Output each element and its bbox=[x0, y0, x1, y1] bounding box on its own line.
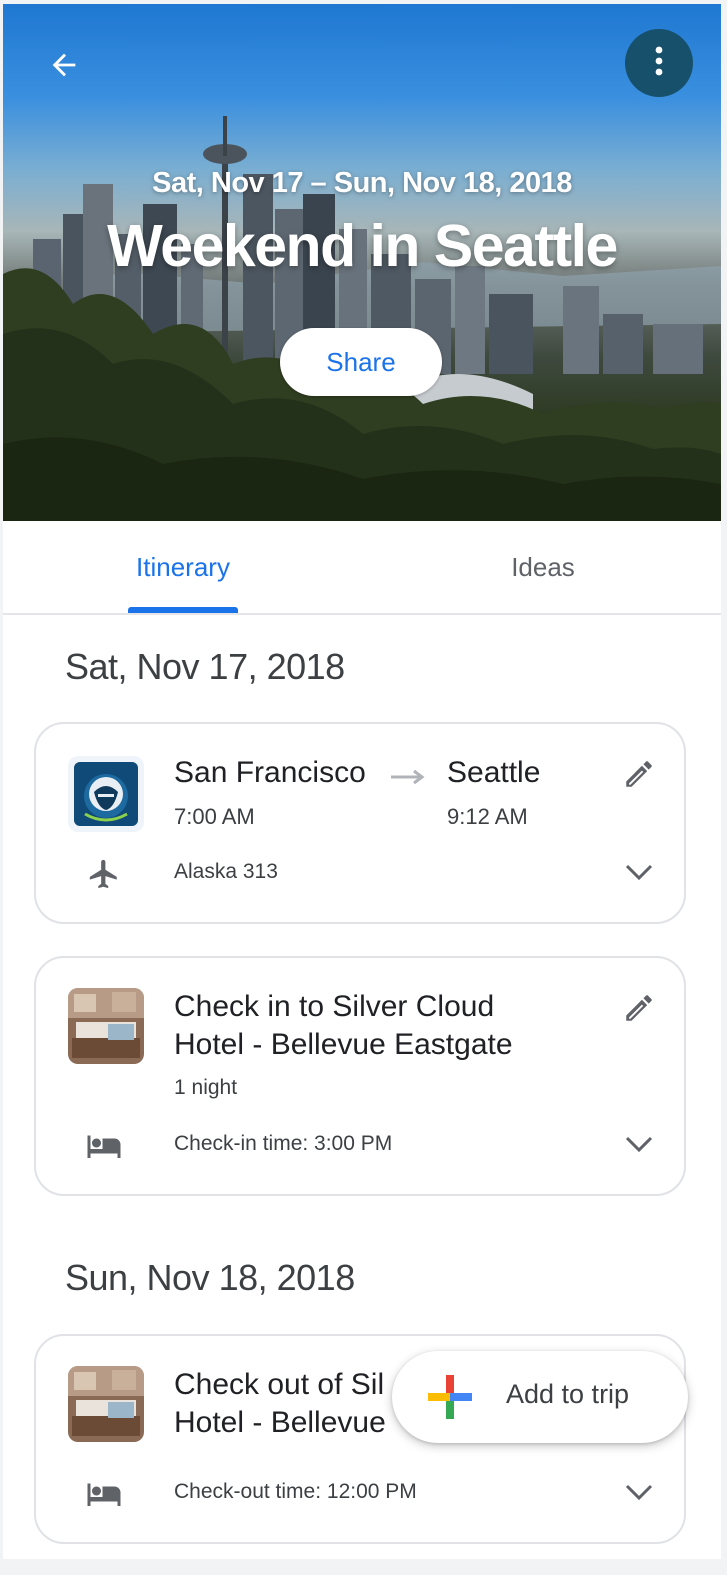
checkout-time: Check-out time: 12:00 PM bbox=[174, 1480, 417, 1503]
hotel-checkout-title-line2: Hotel - Bellevue bbox=[174, 1406, 386, 1439]
trip-screen: Sat, Nov 17 – Sun, Nov 18, 2018 Weekend … bbox=[3, 4, 721, 1559]
chevron-down-icon bbox=[624, 1482, 654, 1507]
hotel-checkin-title-line1: Check in to Silver Cloud bbox=[174, 990, 495, 1023]
hotel-photo bbox=[68, 988, 144, 1064]
flight-card[interactable]: San Francisco Seattle 7:00 AM 9:12 AM Al… bbox=[34, 722, 686, 924]
departure-time: 7:00 AM bbox=[174, 804, 255, 829]
expand-button[interactable] bbox=[618, 1474, 660, 1514]
day-heading: Sat, Nov 17, 2018 bbox=[65, 646, 345, 687]
pencil-icon bbox=[622, 757, 656, 796]
edit-button[interactable] bbox=[614, 988, 664, 1032]
flight-destination-city: Seattle bbox=[447, 756, 541, 789]
plus-icon bbox=[426, 1373, 474, 1426]
more-vert-icon bbox=[655, 46, 663, 81]
hotel-checkin-card[interactable]: Check in to Silver Cloud Hotel - Bellevu… bbox=[34, 956, 686, 1196]
stay-length: 1 night bbox=[174, 1076, 238, 1099]
airline-logo bbox=[68, 756, 144, 832]
arrow-right-icon bbox=[388, 764, 428, 790]
edit-button[interactable] bbox=[614, 754, 664, 798]
share-button[interactable]: Share bbox=[280, 328, 442, 396]
hotel-checkout-title-line1: Check out of Sil bbox=[174, 1368, 385, 1401]
chevron-down-icon bbox=[624, 1134, 654, 1159]
bed-icon bbox=[84, 1474, 124, 1514]
tab-itinerary[interactable]: Itinerary bbox=[83, 521, 283, 613]
flight-number: Alaska 313 bbox=[174, 860, 278, 883]
expand-button[interactable] bbox=[618, 854, 660, 894]
bed-icon bbox=[84, 1126, 124, 1166]
back-button[interactable] bbox=[41, 44, 87, 90]
hotel-checkin-title-line2: Hotel - Bellevue Eastgate bbox=[174, 1028, 513, 1061]
arrival-time: 9:12 AM bbox=[447, 804, 528, 829]
expand-button[interactable] bbox=[618, 1126, 660, 1166]
more-options-button[interactable] bbox=[625, 29, 693, 97]
trip-dates: Sat, Nov 17 – Sun, Nov 18, 2018 bbox=[152, 167, 572, 199]
add-to-trip-label: Add to trip bbox=[506, 1379, 630, 1409]
arrow-back-icon bbox=[47, 48, 81, 87]
checkin-time: Check-in time: 3:00 PM bbox=[174, 1132, 393, 1155]
trip-title: Weekend in Seattle bbox=[107, 213, 618, 279]
active-tab-indicator bbox=[128, 607, 238, 613]
day-heading: Sun, Nov 18, 2018 bbox=[65, 1257, 355, 1298]
flight-origin-city: San Francisco bbox=[174, 756, 366, 789]
hotel-photo bbox=[68, 1366, 144, 1442]
airplane-icon bbox=[84, 854, 124, 894]
tab-bar: Itinerary Ideas bbox=[3, 521, 721, 615]
chevron-down-icon bbox=[624, 862, 654, 887]
pencil-icon bbox=[622, 991, 656, 1030]
tab-ideas[interactable]: Ideas bbox=[443, 521, 643, 613]
add-to-trip-button[interactable]: Add to trip bbox=[392, 1351, 688, 1443]
hero-banner: Sat, Nov 17 – Sun, Nov 18, 2018 Weekend … bbox=[3, 4, 721, 521]
